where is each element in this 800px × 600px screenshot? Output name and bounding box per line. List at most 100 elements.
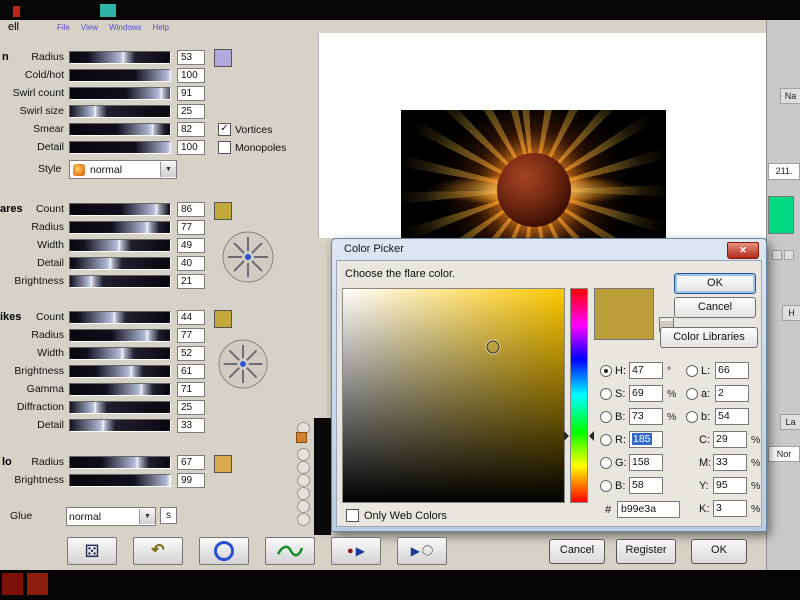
- panel-icon[interactable]: [772, 250, 782, 260]
- seed-button[interactable]: s: [160, 507, 177, 524]
- spike-color-swatch[interactable]: [214, 310, 232, 328]
- sun-color-swatch[interactable]: [214, 49, 232, 67]
- halo-radius-slider[interactable]: [69, 456, 171, 469]
- vortices-checkbox[interactable]: [218, 123, 231, 136]
- coldhot-slider[interactable]: [69, 69, 171, 82]
- spike-gamma-slider[interactable]: [69, 383, 171, 396]
- m-input[interactable]: 33: [713, 454, 747, 471]
- chevron-down-icon[interactable]: ▼: [139, 509, 155, 524]
- value-box[interactable]: 44: [177, 310, 205, 325]
- smear-slider[interactable]: [69, 123, 171, 136]
- spike-detail-slider[interactable]: [69, 419, 171, 432]
- flare-direction-dial[interactable]: [222, 231, 274, 283]
- glue-dropdown[interactable]: normal ▼: [66, 507, 156, 526]
- a-input[interactable]: 2: [715, 385, 749, 402]
- l-input[interactable]: 66: [715, 362, 749, 379]
- value-box[interactable]: 40: [177, 256, 205, 271]
- color-marker-icon[interactable]: [487, 340, 500, 353]
- memory-dot[interactable]: [297, 448, 310, 461]
- spike-direction-dial[interactable]: [218, 339, 268, 389]
- value-box[interactable]: 33: [177, 418, 205, 433]
- auto-button[interactable]: [265, 537, 315, 565]
- value-box[interactable]: 25: [177, 400, 205, 415]
- spike-count-slider[interactable]: [69, 311, 171, 324]
- panel-icon[interactable]: [784, 250, 794, 260]
- chevron-down-icon[interactable]: ▼: [160, 162, 176, 177]
- halo-brightness-slider[interactable]: [69, 474, 171, 487]
- hex-input[interactable]: b99e3a: [617, 501, 680, 518]
- value-box[interactable]: 53: [177, 50, 205, 65]
- b2-input[interactable]: 58: [629, 477, 663, 494]
- navigator-panel-tab[interactable]: Na: [780, 88, 800, 104]
- g-radio[interactable]: [600, 457, 612, 469]
- spike-diffraction-slider[interactable]: [69, 401, 171, 414]
- swirl-count-slider[interactable]: [69, 87, 171, 100]
- value-box[interactable]: 21: [177, 274, 205, 289]
- value-box[interactable]: 77: [177, 220, 205, 235]
- ok-button[interactable]: OK: [674, 273, 756, 294]
- navigator-zoom-field[interactable]: 211.: [768, 163, 800, 180]
- s-radio[interactable]: [600, 388, 612, 400]
- value-box[interactable]: 25: [177, 104, 205, 119]
- value-box[interactable]: 82: [177, 122, 205, 137]
- plugin-cancel-button[interactable]: Cancel: [549, 539, 605, 564]
- memory-dot[interactable]: [297, 513, 310, 526]
- swirl-size-slider[interactable]: [69, 105, 171, 118]
- lab-b-radio[interactable]: [686, 411, 698, 423]
- blend-mode-dropdown[interactable]: Nor: [768, 446, 800, 462]
- saturation-brightness-field[interactable]: [342, 288, 565, 503]
- value-box[interactable]: 91: [177, 86, 205, 101]
- r-input[interactable]: 185: [629, 431, 663, 448]
- b-radio[interactable]: [600, 411, 612, 423]
- flare-brightness-slider[interactable]: [69, 275, 171, 288]
- preview-toggle-button[interactable]: ● ▶: [331, 537, 381, 565]
- undo-button[interactable]: ↶: [133, 537, 183, 565]
- memory-dot[interactable]: [297, 500, 310, 513]
- detail-slider[interactable]: [69, 141, 171, 154]
- reset-button[interactable]: [199, 537, 249, 565]
- menu-view[interactable]: View: [81, 23, 98, 32]
- value-box[interactable]: 71: [177, 382, 205, 397]
- style-dropdown[interactable]: normal ▼: [69, 160, 177, 179]
- memory-dot-active[interactable]: [296, 432, 307, 443]
- menu-windows[interactable]: Windows: [109, 23, 141, 32]
- value-box[interactable]: 100: [177, 140, 205, 155]
- halo-color-swatch[interactable]: [214, 455, 232, 473]
- flare-color-swatch[interactable]: [214, 202, 232, 220]
- b2-radio[interactable]: [600, 480, 612, 492]
- k-input[interactable]: 3: [713, 500, 747, 517]
- randomize-button[interactable]: ⚄: [67, 537, 117, 565]
- menu-help[interactable]: Help: [153, 23, 169, 32]
- h-radio[interactable]: [600, 365, 612, 377]
- only-web-colors-checkbox[interactable]: [346, 509, 359, 522]
- memory-dot[interactable]: [297, 461, 310, 474]
- flare-count-slider[interactable]: [69, 203, 171, 216]
- flare-detail-slider[interactable]: [69, 257, 171, 270]
- value-box[interactable]: 100: [177, 68, 205, 83]
- monopoles-checkbox[interactable]: [218, 141, 231, 154]
- spike-brightness-slider[interactable]: [69, 365, 171, 378]
- value-box[interactable]: 67: [177, 455, 205, 470]
- flare-radius-slider[interactable]: [69, 221, 171, 234]
- s-input[interactable]: 69: [629, 385, 663, 402]
- plugin-register-button[interactable]: Register: [616, 539, 676, 564]
- h-input[interactable]: 47: [629, 362, 663, 379]
- memory-dot[interactable]: [297, 487, 310, 500]
- value-box[interactable]: 99: [177, 473, 205, 488]
- value-box[interactable]: 77: [177, 328, 205, 343]
- l-radio[interactable]: [686, 365, 698, 377]
- foreground-color-swatch[interactable]: [768, 196, 794, 234]
- lab-b-input[interactable]: 54: [715, 408, 749, 425]
- memory-dot[interactable]: [297, 474, 310, 487]
- render-button[interactable]: ▶ ◯: [397, 537, 447, 565]
- spike-width-slider[interactable]: [69, 347, 171, 360]
- g-input[interactable]: 158: [629, 454, 663, 471]
- value-box[interactable]: 86: [177, 202, 205, 217]
- spike-radius-slider[interactable]: [69, 329, 171, 342]
- y-input[interactable]: 95: [713, 477, 747, 494]
- menu-file[interactable]: File: [57, 23, 70, 32]
- value-box[interactable]: 61: [177, 364, 205, 379]
- r-radio[interactable]: [600, 434, 612, 446]
- flare-width-slider[interactable]: [69, 239, 171, 252]
- cancel-button[interactable]: Cancel: [674, 297, 756, 318]
